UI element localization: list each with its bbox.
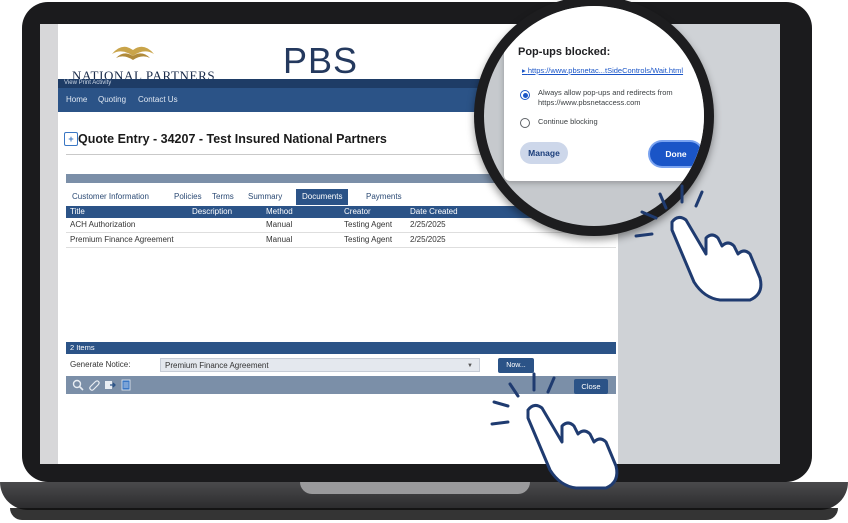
export-icon[interactable] bbox=[104, 379, 116, 391]
popups-blocked-dialog: Pop-ups blocked: × ▸ https://www.pbsneta… bbox=[504, 6, 704, 181]
quote-entry-icon: + bbox=[64, 132, 78, 146]
done-button[interactable]: Done bbox=[650, 142, 702, 166]
radio-always-allow-label[interactable]: Always allow pop-ups and redirects from … bbox=[538, 88, 703, 108]
attach-icon[interactable] bbox=[88, 379, 100, 391]
tab-documents[interactable]: Documents bbox=[296, 189, 349, 205]
blocked-popup-link[interactable]: ▸ https://www.pbsnetac...tSideControls/W… bbox=[522, 66, 683, 75]
col-description[interactable]: Description bbox=[192, 206, 232, 218]
tab-customer-information[interactable]: Customer Information bbox=[72, 189, 149, 205]
nav-contact-us[interactable]: Contact Us bbox=[138, 95, 178, 104]
radio-continue-blocking-label[interactable]: Continue blocking bbox=[538, 117, 598, 127]
cell-method: Manual bbox=[266, 235, 293, 244]
tab-summary[interactable]: Summary bbox=[248, 189, 282, 205]
nav-home[interactable]: Home bbox=[66, 95, 87, 104]
search-icon[interactable] bbox=[72, 379, 84, 391]
document-icon[interactable] bbox=[120, 379, 132, 391]
col-creator[interactable]: Creator bbox=[344, 206, 371, 218]
col-date-created[interactable]: Date Created bbox=[410, 206, 458, 218]
items-count-bar: 2 Items bbox=[66, 342, 616, 354]
cell-method: Manual bbox=[266, 220, 293, 229]
tab-policies[interactable]: Policies bbox=[174, 189, 202, 205]
table-row[interactable]: ACH Authorization Manual Testing Agent 2… bbox=[66, 218, 616, 233]
cell-title: ACH Authorization bbox=[70, 220, 136, 229]
cell-title: Premium Finance Agreement bbox=[70, 235, 174, 244]
generate-notice-label: Generate Notice: bbox=[70, 360, 131, 369]
cell-creator: Testing Agent bbox=[344, 220, 393, 229]
radio-always-allow[interactable] bbox=[520, 90, 530, 100]
page-title-text: Quote Entry - 34207 - Test Insured Natio… bbox=[78, 132, 387, 146]
pointing-hand-icon bbox=[634, 184, 763, 302]
cell-date: 2/25/2025 bbox=[410, 220, 446, 229]
national-partners-logo-icon bbox=[112, 46, 154, 60]
cell-date: 2/25/2025 bbox=[410, 235, 446, 244]
chevron-down-icon: ▼ bbox=[467, 363, 473, 369]
col-title[interactable]: Title bbox=[70, 206, 85, 218]
radio-continue-blocking[interactable] bbox=[520, 118, 530, 128]
nav-quoting[interactable]: Quoting bbox=[98, 95, 126, 104]
col-method[interactable]: Method bbox=[266, 206, 293, 218]
page-title: + Quote Entry - 34207 - Test Insured Nat… bbox=[64, 132, 387, 146]
tab-terms[interactable]: Terms bbox=[212, 189, 234, 205]
cell-creator: Testing Agent bbox=[344, 235, 393, 244]
popup-title: Pop-ups blocked: bbox=[518, 46, 611, 58]
now-button[interactable]: Now... bbox=[498, 358, 534, 373]
pbs-logo: PBS bbox=[283, 40, 359, 81]
table-row[interactable]: Premium Finance Agreement Manual Testing… bbox=[66, 233, 616, 248]
brand-header: National Partners bbox=[66, 38, 266, 83]
blocked-popup-url[interactable]: https://www.pbsnetac...tSideControls/Wai… bbox=[528, 66, 683, 75]
tab-payments[interactable]: Payments bbox=[366, 189, 402, 205]
generate-notice-value: Premium Finance Agreement bbox=[165, 361, 269, 370]
page-gutter bbox=[40, 24, 58, 464]
manage-button[interactable]: Manage bbox=[520, 142, 568, 164]
laptop-shadow bbox=[10, 508, 838, 520]
pointing-hand-icon bbox=[490, 372, 619, 490]
generate-notice-select[interactable]: Premium Finance Agreement ▼ bbox=[160, 358, 480, 372]
